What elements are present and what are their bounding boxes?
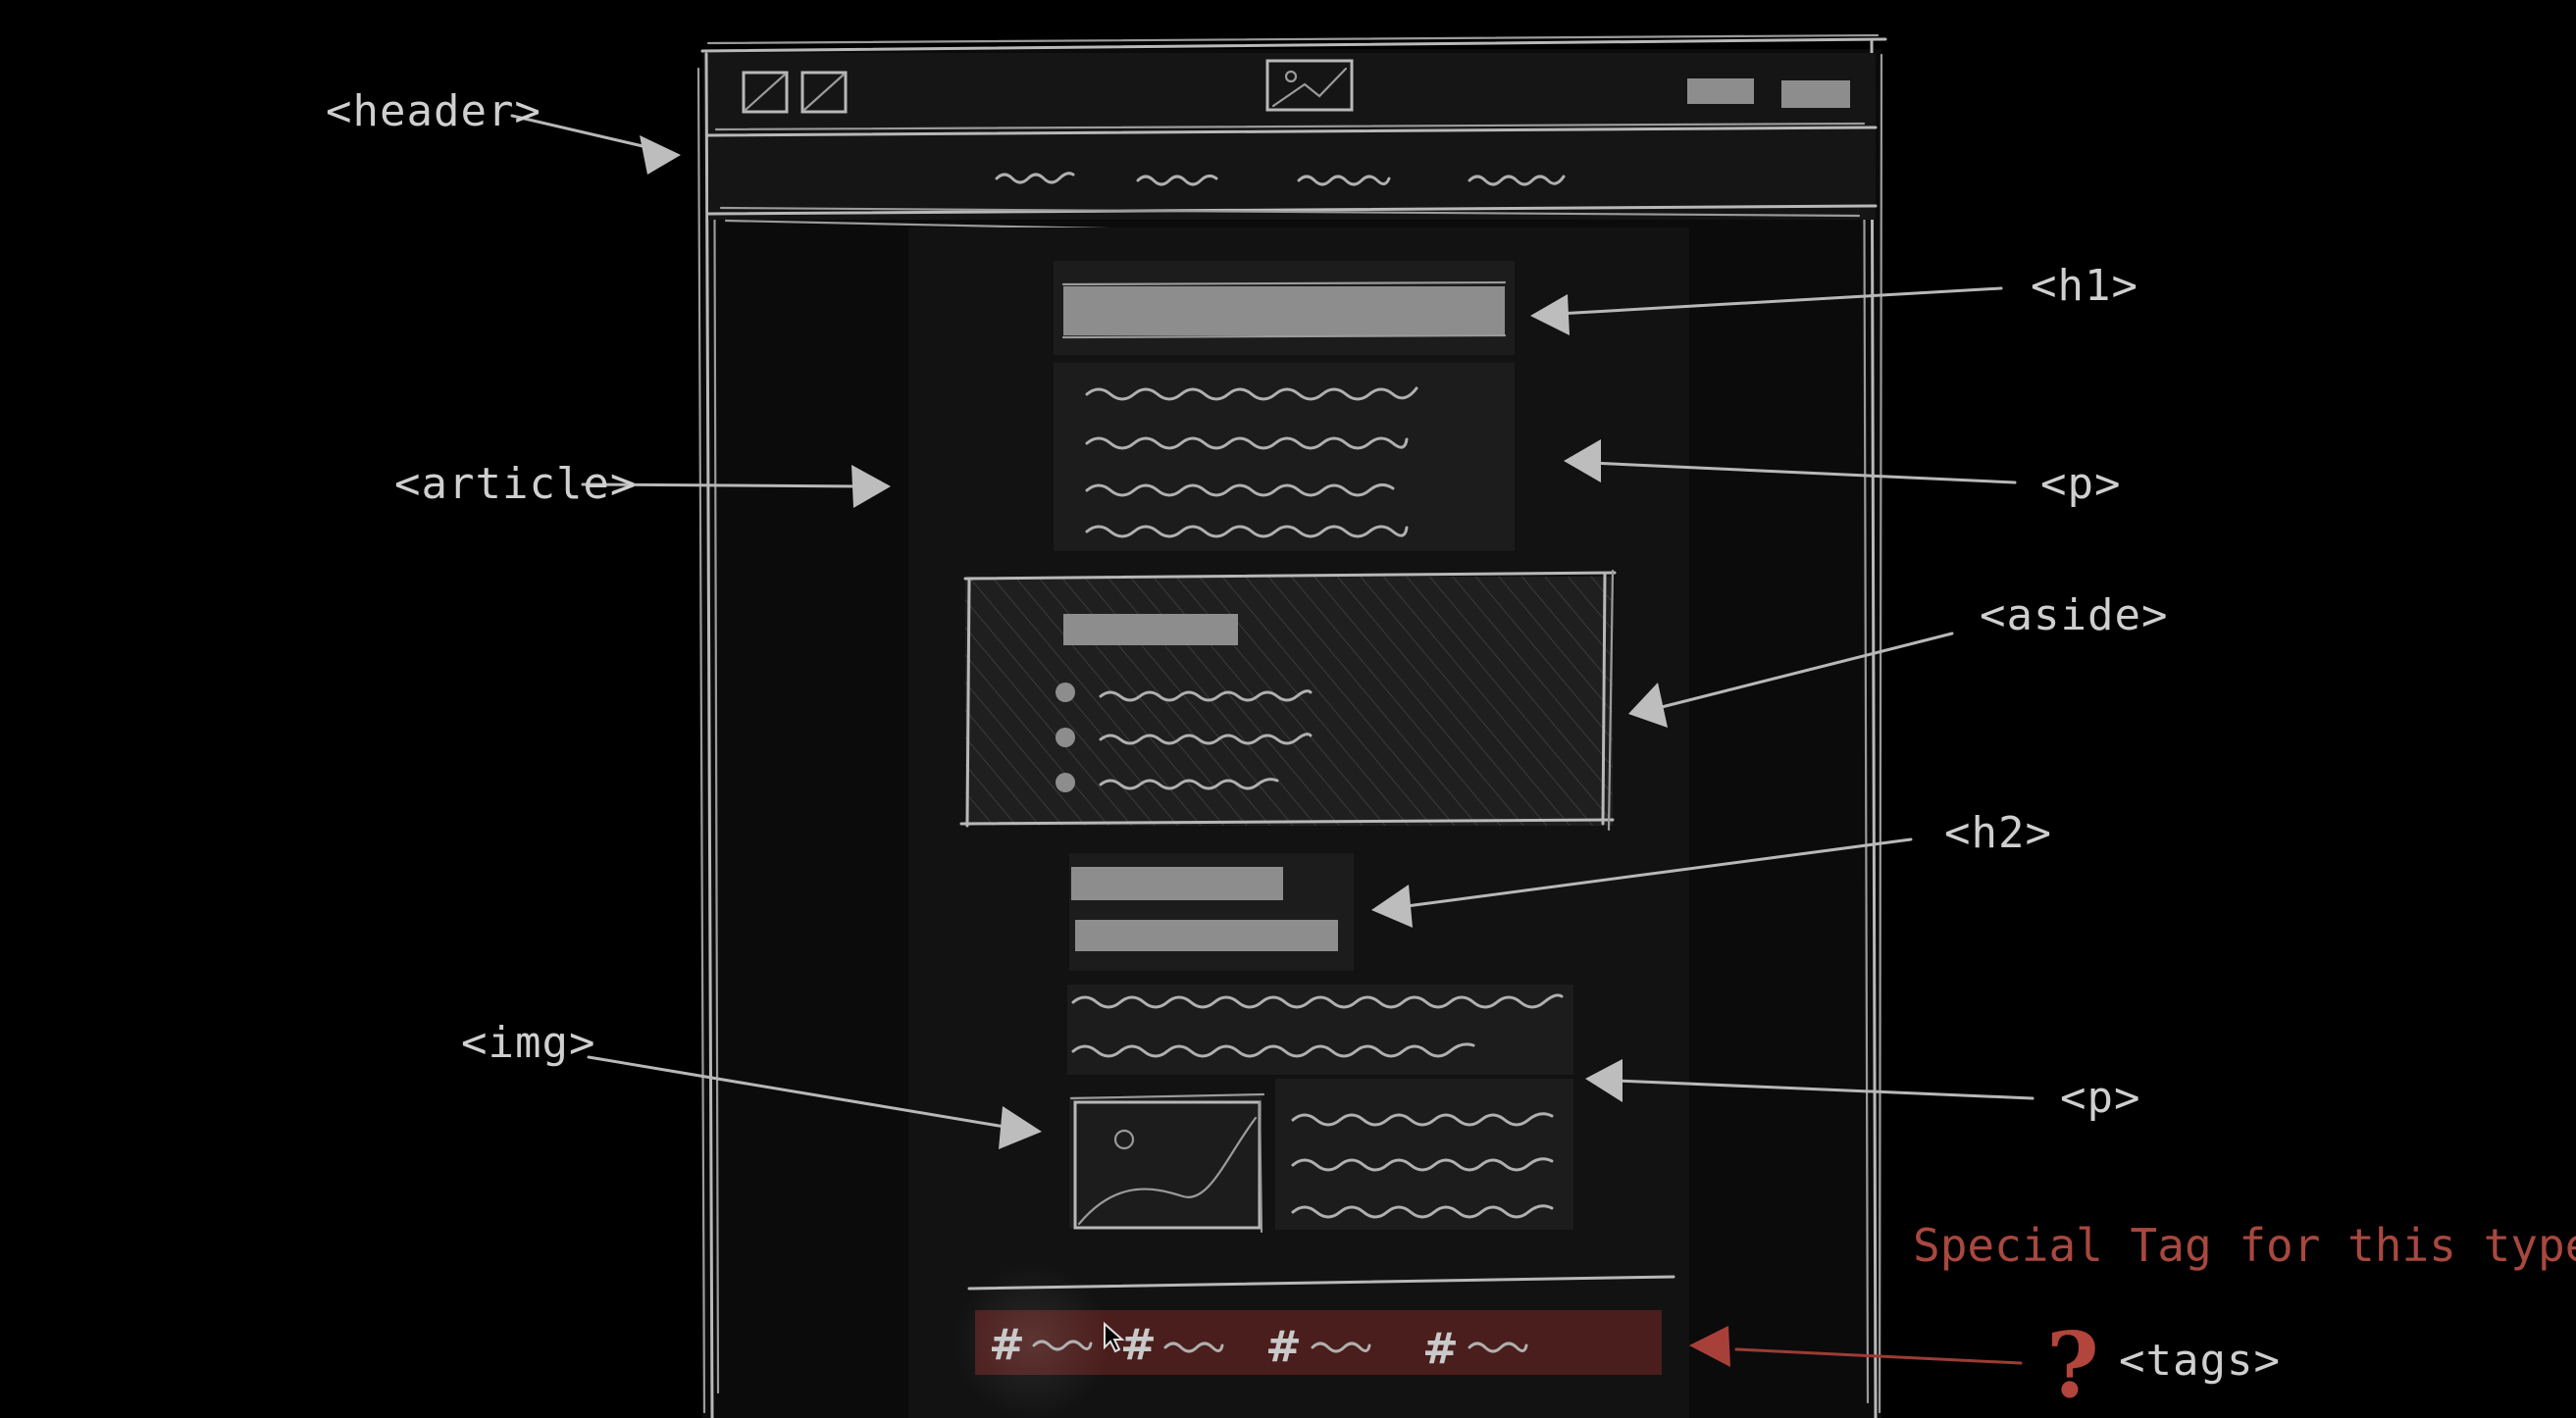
svg-text:#: # (1120, 1320, 1157, 1370)
label-img: <img> (461, 1018, 595, 1068)
wireframe-diagram: # # # # <header> <h1> <article> <p> <asi… (326, 33, 2576, 1418)
label-h2: <h2> (1944, 808, 2052, 858)
label-p1: <p> (2040, 459, 2121, 509)
label-p2: <p> (2060, 1073, 2140, 1123)
special-tag-note: Special Tag for this type of conte (1913, 1219, 2576, 1272)
label-aside: <aside> (1980, 590, 2168, 640)
h1-wireframe (1054, 261, 1515, 355)
question-mark: ? (2046, 1312, 2099, 1418)
svg-text:#: # (1422, 1324, 1459, 1374)
header-button-1 (1687, 78, 1754, 104)
label-tags: <tags> (2119, 1336, 2281, 1386)
cursor-highlight (953, 1263, 1110, 1418)
header-button-2 (1781, 80, 1850, 108)
label-h1: <h1> (2031, 261, 2138, 311)
aside-wireframe (959, 569, 1617, 832)
p1-wireframe (1054, 363, 1515, 551)
label-header: <header> (326, 86, 541, 136)
img-wireframe (1069, 1092, 1265, 1234)
svg-text:#: # (989, 1320, 1025, 1370)
h2-wireframe (1069, 853, 1354, 971)
header-wireframe (706, 53, 1878, 233)
arrowhead-header-icon (640, 135, 681, 175)
svg-text:#: # (1265, 1322, 1302, 1372)
label-article: <article> (394, 459, 637, 509)
